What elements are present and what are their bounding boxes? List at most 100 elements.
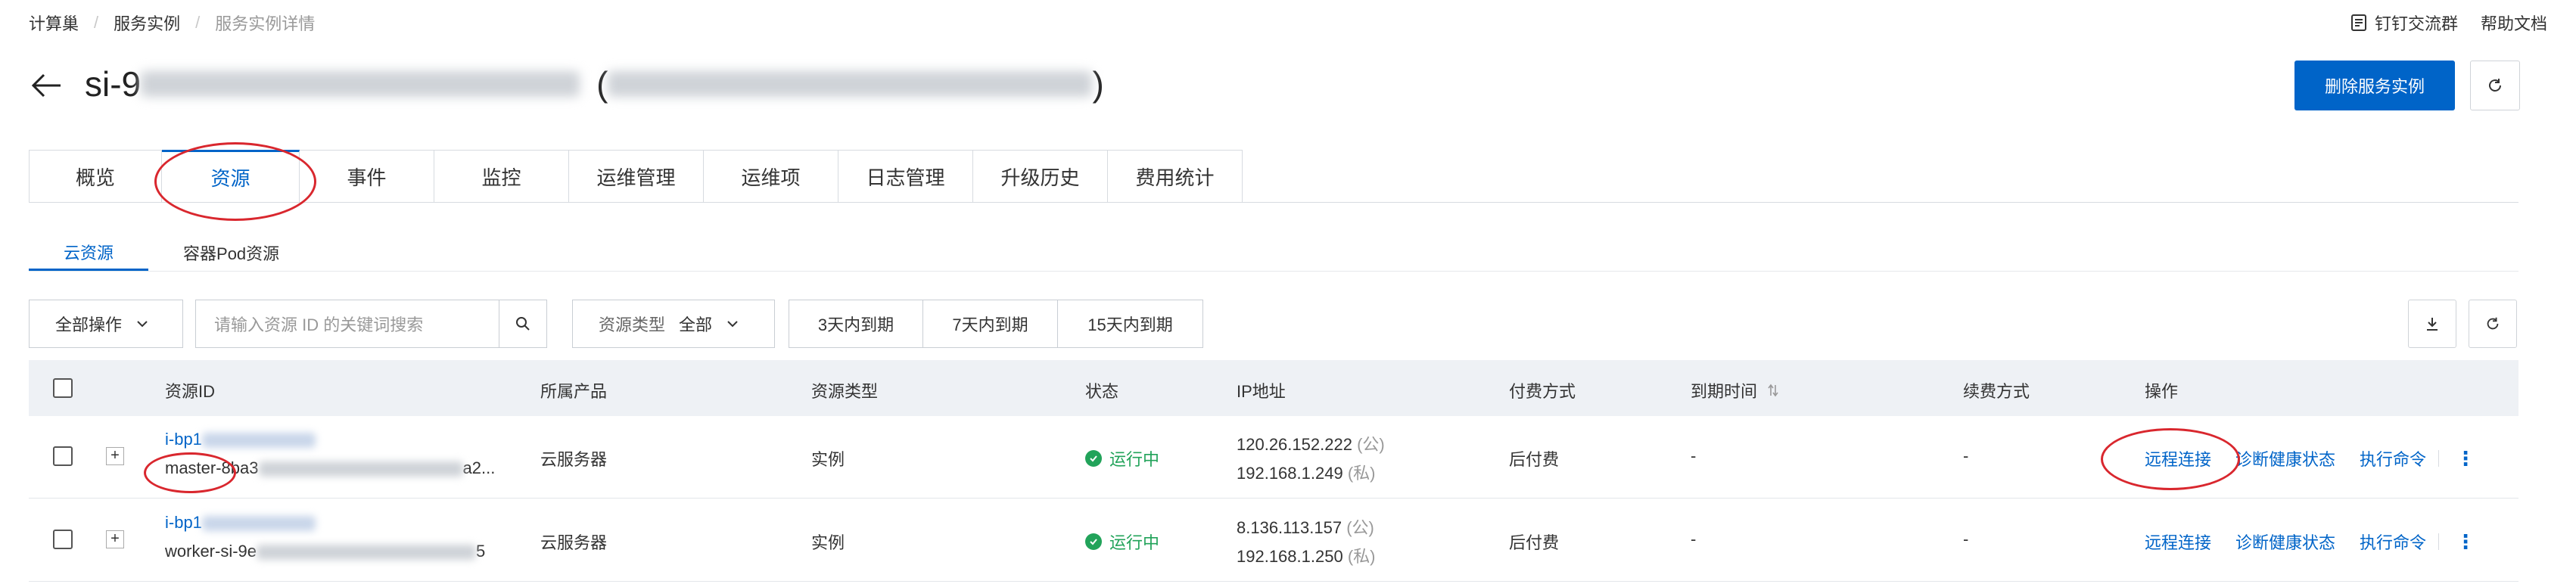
- dingtalk-group-link[interactable]: 钉钉交流群: [2350, 11, 2458, 35]
- status-badge: 运行中: [1085, 530, 1159, 554]
- tabs-divider: [29, 202, 2518, 203]
- annotation-circle-remote-connect: [2101, 428, 2240, 490]
- refresh-table-button[interactable]: [2469, 300, 2517, 348]
- public-ip-tag: (公): [1357, 435, 1385, 454]
- tab-upgrade-history[interactable]: 升级历史: [973, 150, 1108, 203]
- subtab-container-pod-resources[interactable]: 容器Pod资源: [148, 235, 314, 271]
- search-placeholder: 请输入资源 ID 的关键词搜索: [214, 315, 424, 334]
- breadcrumb-item-current: 服务实例详情: [215, 14, 316, 33]
- sort-icon: [1768, 384, 1778, 397]
- refresh-page-button[interactable]: [2470, 61, 2520, 110]
- check-circle-icon: [1085, 533, 1102, 550]
- more-actions-icon[interactable]: ⋮: [2456, 449, 2475, 468]
- all-operations-dropdown[interactable]: 全部操作: [29, 300, 183, 348]
- resource-name-suffix: 5: [476, 542, 486, 561]
- remote-connect-link[interactable]: 远程连接: [2145, 530, 2211, 554]
- row-actions: 远程连接 诊断健康状态 执行命令 ⋮: [2145, 530, 2475, 554]
- resource-type-cell: 实例: [811, 450, 845, 469]
- public-ip: 8.136.113.157 (公): [1237, 514, 1374, 539]
- private-ip-value: 192.168.1.249: [1237, 464, 1343, 483]
- public-ip-value: 8.136.113.157: [1237, 518, 1342, 537]
- column-header-expire[interactable]: 到期时间: [1691, 378, 1780, 402]
- redacted-text: [201, 516, 316, 532]
- breadcrumb-item-compute-nest[interactable]: 计算巢: [29, 11, 79, 35]
- breadcrumb-separator: /: [94, 13, 99, 32]
- private-ip: 192.168.1.249 (私): [1237, 460, 1375, 484]
- expand-row-button[interactable]: +: [106, 447, 124, 465]
- download-icon: [2427, 318, 2438, 331]
- page-title: si-9 ( ): [85, 57, 1104, 110]
- resource-id[interactable]: i-bp1: [165, 430, 316, 449]
- search-button[interactable]: [499, 300, 547, 348]
- expire-cell: -: [1691, 446, 1697, 465]
- resource-type-value: 全部: [679, 315, 713, 334]
- row-checkbox[interactable]: [53, 446, 73, 466]
- redacted-text: [258, 461, 463, 477]
- search-icon: [516, 317, 530, 331]
- resource-type-cell: 实例: [811, 533, 845, 552]
- product-cell: 云服务器: [540, 450, 608, 469]
- expand-row-button[interactable]: +: [106, 530, 124, 548]
- resource-id[interactable]: i-bp1: [165, 513, 316, 533]
- renewal-cell: -: [1963, 446, 1969, 465]
- tab-overview[interactable]: 概览: [29, 150, 162, 203]
- run-command-link[interactable]: 执行命令: [2360, 530, 2426, 554]
- diagnose-health-link[interactable]: 诊断健康状态: [2235, 530, 2335, 554]
- tab-events[interactable]: 事件: [300, 150, 434, 203]
- public-ip: 120.26.152.222 (公): [1237, 431, 1385, 455]
- resource-id-link[interactable]: i-bp1: [165, 513, 202, 532]
- breadcrumb-separator: /: [195, 13, 201, 32]
- private-ip-value: 192.168.1.250: [1237, 547, 1343, 566]
- dingtalk-icon: [2350, 14, 2366, 31]
- select-all-checkbox[interactable]: [53, 378, 73, 398]
- expire-7-days-button[interactable]: 7天内到期: [923, 300, 1058, 348]
- refresh-icon: [2489, 79, 2501, 92]
- row-checkbox[interactable]: [53, 530, 73, 549]
- tab-monitoring[interactable]: 监控: [434, 150, 569, 203]
- back-arrow-icon[interactable]: [29, 68, 64, 103]
- resource-type-filter[interactable]: 资源类型 全部: [572, 300, 775, 348]
- subtabs-divider: [29, 271, 2518, 272]
- resource-type-label: 资源类型: [599, 315, 666, 334]
- subtab-cloud-resources[interactable]: 云资源: [29, 235, 149, 271]
- title-redacted-name: [608, 71, 1093, 97]
- renewal-cell: -: [1963, 530, 1969, 548]
- diagnose-health-link[interactable]: 诊断健康状态: [2235, 446, 2335, 471]
- sub-tabs: 云资源 容器Pod资源: [29, 235, 314, 271]
- title-redacted-id: [141, 71, 580, 97]
- column-header-resource-id: 资源ID: [165, 382, 216, 401]
- resource-id-link[interactable]: i-bp1: [165, 430, 202, 449]
- column-header-ip: IP地址: [1237, 382, 1286, 401]
- resource-id-search-input[interactable]: 请输入资源 ID 的关键词搜索: [195, 300, 499, 348]
- expire-15-days-button[interactable]: 15天内到期: [1058, 300, 1203, 348]
- run-command-link[interactable]: 执行命令: [2360, 446, 2426, 471]
- redacted-text: [257, 545, 477, 561]
- private-ip-tag: (私): [1347, 464, 1376, 483]
- billing-cell: 后付费: [1509, 450, 1560, 469]
- column-header-status: 状态: [1085, 382, 1119, 401]
- title-paren-open: (: [596, 64, 608, 104]
- delete-service-instance-button[interactable]: 删除服务实例: [2294, 61, 2455, 110]
- tab-ops-items[interactable]: 运维项: [704, 150, 838, 203]
- expire-cell: -: [1691, 530, 1697, 548]
- private-ip-tag: (私): [1347, 547, 1376, 566]
- help-docs-link[interactable]: 帮助文档: [2481, 11, 2547, 35]
- column-header-resource-type: 资源类型: [811, 382, 879, 401]
- billing-cell: 后付费: [1509, 533, 1560, 552]
- status-label: 运行中: [1109, 533, 1160, 552]
- more-actions-icon[interactable]: ⋮: [2456, 532, 2475, 551]
- export-button[interactable]: [2408, 300, 2456, 348]
- breadcrumb: 计算巢 / 服务实例 / 服务实例详情: [29, 9, 315, 36]
- tab-cost-statistics[interactable]: 费用统计: [1108, 150, 1243, 203]
- check-circle-icon: [1085, 450, 1102, 467]
- public-ip-tag: (公): [1346, 518, 1374, 537]
- expire-3-days-button[interactable]: 3天内到期: [789, 300, 923, 348]
- redacted-text: [201, 433, 316, 449]
- refresh-icon: [2487, 317, 2499, 330]
- annotation-circle-resources-tab: [154, 142, 316, 221]
- tab-log-management[interactable]: 日志管理: [838, 150, 973, 203]
- tab-ops-management[interactable]: 运维管理: [569, 150, 704, 203]
- chevron-down-icon: [137, 321, 148, 328]
- table-header: 资源ID 所属产品 资源类型 状态 IP地址 付费方式 到期时间 续费方式 操作: [29, 360, 2518, 416]
- breadcrumb-item-service-instances[interactable]: 服务实例: [114, 11, 180, 35]
